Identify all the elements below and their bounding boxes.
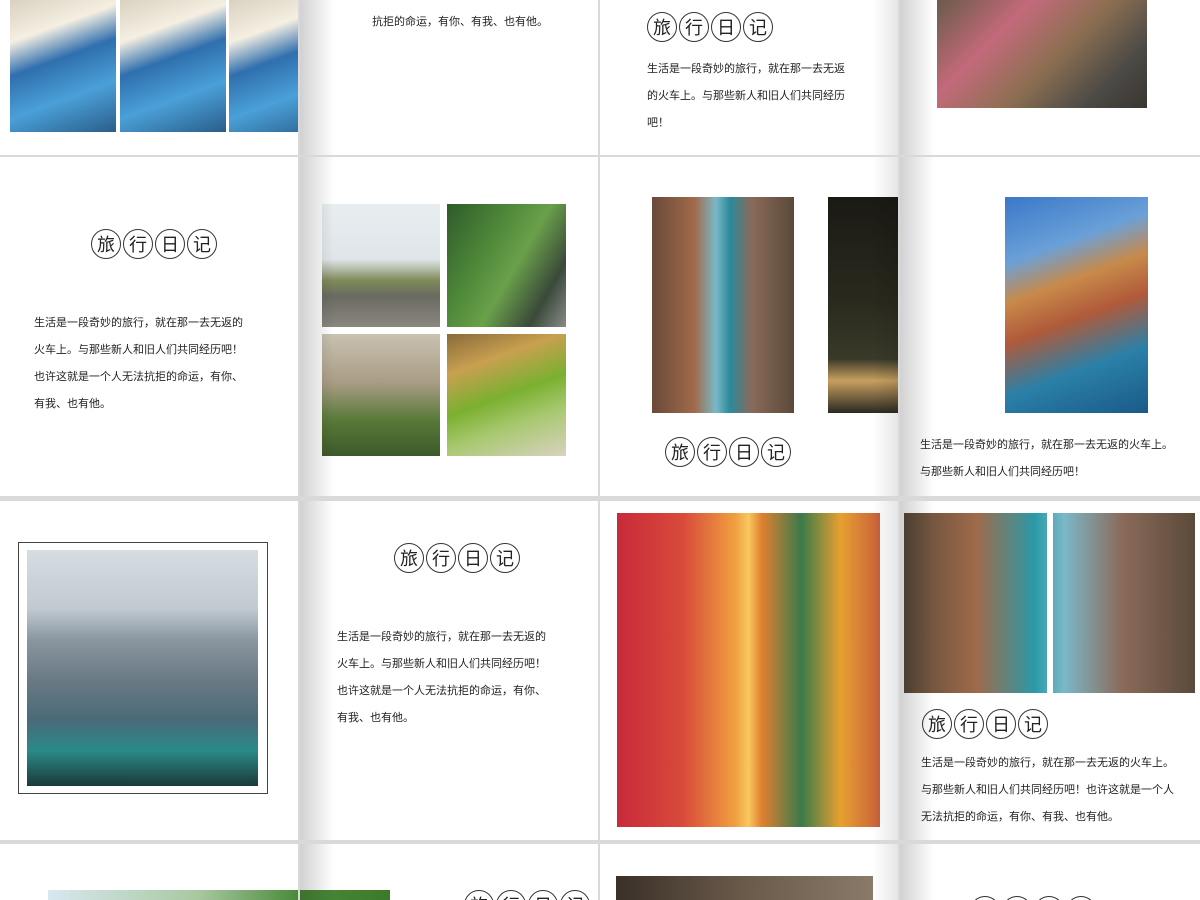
paragraph-line: 吧！ [647, 116, 669, 129]
title-char: 行 [426, 543, 456, 573]
title-char: 记 [560, 890, 590, 900]
photo-sunset-canal [617, 513, 880, 827]
paragraph-line: 生活是一段奇妙的旅行，就在那一去无返的 [337, 630, 546, 643]
photo-pool-1 [10, 0, 116, 132]
title-char: 旅 [665, 437, 695, 467]
slide-r2-3[interactable]: 旅 行 日 记 [600, 157, 898, 496]
title-char: 行 [679, 12, 709, 42]
title-char: 记 [490, 543, 520, 573]
photo-cliff-village [1005, 197, 1148, 413]
paragraph-line: 生活是一段奇妙的旅行，就在那一去无返的火车上。 [921, 756, 1174, 769]
title-char: 日 [528, 890, 558, 900]
title-badge: 旅 行 日 记 [647, 12, 773, 42]
slide-r3-1[interactable] [0, 501, 298, 840]
title-char: 旅 [970, 896, 1000, 900]
slide-r1-1[interactable] [0, 0, 298, 155]
title-char: 记 [187, 229, 217, 259]
title-char: 行 [954, 709, 984, 739]
paragraph-line: 无法抗拒的命运，有你、有我、也有他。 [921, 810, 1119, 823]
slide-r3-4[interactable]: 旅 行 日 记 生活是一段奇妙的旅行，就在那一去无返的火车上。 与那些新人和旧人… [900, 501, 1200, 840]
photo-pool-3 [229, 0, 298, 132]
title-char: 日 [155, 229, 185, 259]
slide-r4-3[interactable] [600, 844, 898, 900]
title-char: 记 [743, 12, 773, 42]
title-char: 记 [1018, 709, 1048, 739]
title-badge: 旅 行 日 记 [464, 890, 590, 900]
paragraph-line: 有我、也有他。 [34, 397, 111, 410]
paragraph: 生活是一段奇妙的旅行，就在那一去无返的 火车上。与那些新人和旧人们共同经历吧！ … [34, 309, 243, 417]
title-char: 日 [1034, 896, 1064, 900]
photo-divider [1047, 513, 1053, 693]
photo-venice-canal [652, 197, 794, 413]
title-char: 行 [1002, 896, 1032, 900]
photo-dark-rocks [616, 876, 873, 900]
photo-green-trees [48, 890, 298, 900]
title-char: 行 [697, 437, 727, 467]
paragraph: 生活是一段奇妙的旅行，就在那一去无返的火车上。 与那些新人和旧人们共同经历吧！ [920, 431, 1173, 485]
paragraph-line: 有我、也有他。 [337, 711, 414, 724]
paragraph-line: 的火车上。与那些新人和旧人们共同经历 [647, 89, 845, 102]
slide-r1-4[interactable] [900, 0, 1200, 155]
photo-bamboo-water [447, 334, 566, 456]
title-badge: 旅 行 日 记 [665, 437, 791, 467]
title-char: 日 [729, 437, 759, 467]
photo-stone-fountain [322, 334, 440, 456]
paragraph-line: 火车上。与那些新人和旧人们共同经历吧！ [337, 657, 546, 670]
photo-boat-lake [27, 550, 258, 786]
title-badge: 旅 行 日 记 [394, 543, 520, 573]
paragraph-line: 也许这就是一个人无法抗拒的命运，有你、 [337, 684, 546, 697]
title-char: 旅 [464, 890, 494, 900]
paragraph-line: 生活是一段奇妙的旅行，就在那一去无返的火车上。 [920, 438, 1173, 451]
title-badge: 旅 行 日 记 [91, 229, 217, 259]
slide-r4-1[interactable] [0, 844, 298, 900]
title-char: 日 [986, 709, 1016, 739]
title-char: 记 [761, 437, 791, 467]
paragraph-line: 也许这就是一个人无法抗拒的命运，有你、 [34, 370, 243, 383]
title-char: 旅 [91, 229, 121, 259]
photo-umbrella-street [937, 0, 1147, 108]
paragraph-line: 与那些新人和旧人们共同经历吧！ [920, 465, 1085, 478]
paragraph-line: 抗拒的命运，有你、有我、也有他。 [372, 15, 548, 28]
slide-r2-2[interactable] [300, 157, 598, 496]
title-char: 行 [496, 890, 526, 900]
slide-r1-3[interactable]: 旅 行 日 记 生活是一段奇妙的旅行，就在那一去无返 的火车上。与那些新人和旧人… [600, 0, 898, 155]
title-char: 旅 [394, 543, 424, 573]
photo-green-trees-cont [300, 890, 390, 900]
paragraph-line: 火车上。与那些新人和旧人们共同经历吧！ [34, 343, 243, 356]
paragraph: 生活是一段奇妙的旅行，就在那一去无返的 火车上。与那些新人和旧人们共同经历吧！ … [337, 623, 546, 731]
slide-r1-2[interactable]: 抗拒的命运，有你、有我、也有他。 [300, 0, 598, 155]
paragraph: 生活是一段奇妙的旅行，就在那一去无返的火车上。 与那些新人和旧人们共同经历吧！也… [921, 749, 1174, 830]
title-badge: 旅 行 日 记 [922, 709, 1048, 739]
slide-r4-4[interactable]: 旅 行 日 记 [900, 844, 1200, 900]
slide-r2-1[interactable]: 旅 行 日 记 生活是一段奇妙的旅行，就在那一去无返的 火车上。与那些新人和旧人… [0, 157, 298, 496]
paragraph-line: 生活是一段奇妙的旅行，就在那一去无返 [647, 62, 845, 75]
paragraph-line: 生活是一段奇妙的旅行，就在那一去无返的 [34, 316, 243, 329]
title-char: 日 [458, 543, 488, 573]
title-char: 记 [1066, 896, 1096, 900]
paragraph-line: 与那些新人和旧人们共同经历吧！也许这就是一个人 [921, 783, 1174, 796]
title-char: 旅 [922, 709, 952, 739]
slide-r2-4[interactable]: 生活是一段奇妙的旅行，就在那一去无返的火车上。 与那些新人和旧人们共同经历吧！ [900, 157, 1200, 496]
paragraph: 生活是一段奇妙的旅行，就在那一去无返 的火车上。与那些新人和旧人们共同经历 吧！ [647, 55, 845, 136]
photo-pool-2 [120, 0, 226, 132]
photo-railway [322, 204, 440, 327]
title-badge: 旅 行 日 记 [970, 896, 1096, 900]
title-char: 行 [123, 229, 153, 259]
paragraph: 抗拒的命运，有你、有我、也有他。 [372, 8, 548, 35]
slide-r4-2[interactable]: 旅 行 日 记 [300, 844, 598, 900]
photo-green-canal [447, 204, 566, 327]
title-char: 日 [711, 12, 741, 42]
slide-r3-2[interactable]: 旅 行 日 记 生活是一段奇妙的旅行，就在那一去无返的 火车上。与那些新人和旧人… [300, 501, 598, 840]
photo-night-tents [828, 197, 898, 413]
slide-r3-3[interactable] [600, 501, 898, 840]
title-char: 旅 [647, 12, 677, 42]
